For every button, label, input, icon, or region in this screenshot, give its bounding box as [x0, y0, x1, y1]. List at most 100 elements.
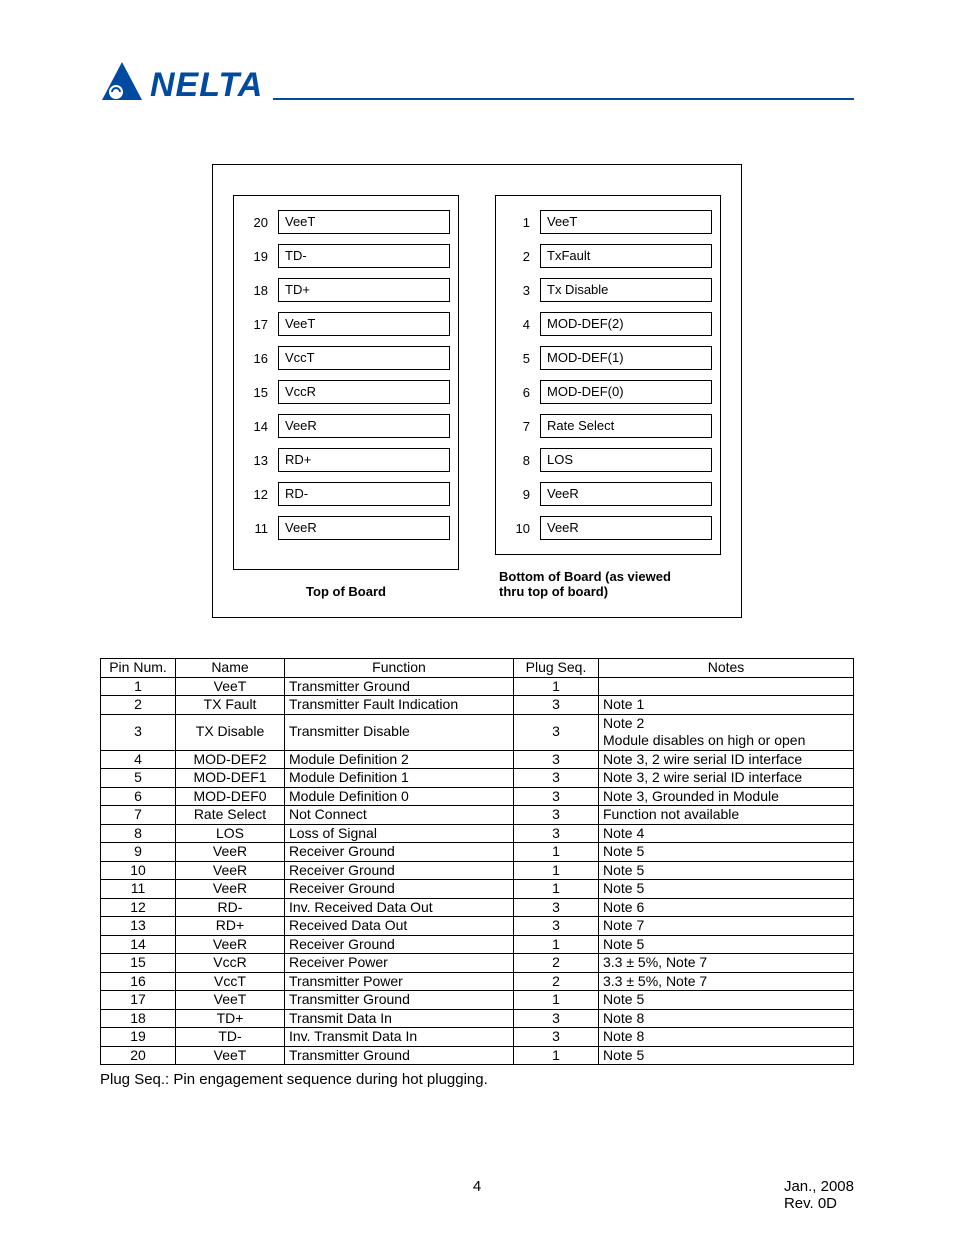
pin-number: 2: [504, 249, 540, 264]
footer-rev: Rev. 0D: [784, 1195, 854, 1212]
table-row: 12RD-Inv. Received Data Out3Note 6: [101, 898, 854, 917]
cell-func: Transmitter Ground: [285, 991, 514, 1010]
pin-row: 14VeeR: [242, 414, 450, 438]
cell-seq: 3: [514, 787, 599, 806]
cell-pin: 18: [101, 1009, 176, 1028]
cell-pin: 8: [101, 824, 176, 843]
header-divider: [273, 98, 854, 100]
pin-number: 11: [242, 521, 278, 536]
cell-func: Transmit Data In: [285, 1009, 514, 1028]
cell-func: Transmitter Power: [285, 972, 514, 991]
pin-number: 4: [504, 317, 540, 332]
pin-label: VeeR: [540, 516, 712, 540]
pin-label: VeeT: [540, 210, 712, 234]
cell-notes: Note 4: [599, 824, 854, 843]
pin-label: TD-: [278, 244, 450, 268]
pin-row: 12RD-: [242, 482, 450, 506]
cell-notes: Note 7: [599, 917, 854, 936]
pin-row: 20VeeT: [242, 210, 450, 234]
pin-label: VeeR: [278, 516, 450, 540]
cell-notes: Note 5: [599, 861, 854, 880]
cell-name: VeeT: [176, 677, 285, 696]
cell-name: TD-: [176, 1028, 285, 1047]
pin-label: VeeR: [278, 414, 450, 438]
cell-seq: 3: [514, 824, 599, 843]
pin-number: 14: [242, 419, 278, 434]
cell-pin: 7: [101, 806, 176, 825]
table-row: 5MOD-DEF1Module Definition 13Note 3, 2 w…: [101, 769, 854, 788]
pin-row: 1VeeT: [504, 210, 712, 234]
cell-seq: 3: [514, 1028, 599, 1047]
pin-label: MOD-DEF(2): [540, 312, 712, 336]
cell-seq: 3: [514, 714, 599, 750]
delta-logo-icon: [100, 60, 144, 104]
cell-seq: 1: [514, 1046, 599, 1065]
pin-number: 10: [504, 521, 540, 536]
cell-seq: 3: [514, 1009, 599, 1028]
pin-row: 6MOD-DEF(0): [504, 380, 712, 404]
pin-row: 4MOD-DEF(2): [504, 312, 712, 336]
pin-label: Tx Disable: [540, 278, 712, 302]
pin-column-top: 20VeeT19TD-18TD+17VeeT16VccT15VccR14VeeR…: [233, 195, 459, 570]
cell-name: VccR: [176, 954, 285, 973]
table-row: 1VeeTTransmitter Ground1: [101, 677, 854, 696]
table-row: 9VeeRReceiver Ground1Note 5: [101, 843, 854, 862]
pin-row: 2TxFault: [504, 244, 712, 268]
cell-func: Receiver Ground: [285, 861, 514, 880]
cell-seq: 3: [514, 750, 599, 769]
th-func: Function: [285, 659, 514, 678]
pin-label: VeeT: [278, 210, 450, 234]
cell-func: Module Definition 1: [285, 769, 514, 788]
pin-number: 20: [242, 215, 278, 230]
cell-seq: 1: [514, 880, 599, 899]
cell-func: Transmitter Ground: [285, 677, 514, 696]
table-row: 3TX DisableTransmitter Disable3Note 2 Mo…: [101, 714, 854, 750]
pin-label: RD-: [278, 482, 450, 506]
cell-name: RD-: [176, 898, 285, 917]
pin-row: 8LOS: [504, 448, 712, 472]
cell-notes: Function not available: [599, 806, 854, 825]
table-row: 13RD+Received Data Out3Note 7: [101, 917, 854, 936]
cell-notes: Note 3, Grounded in Module: [599, 787, 854, 806]
pin-row: 16VccT: [242, 346, 450, 370]
cell-func: Receiver Power: [285, 954, 514, 973]
cell-notes: Note 1: [599, 696, 854, 715]
pin-number: 19: [242, 249, 278, 264]
cell-notes: [599, 677, 854, 696]
pin-number: 13: [242, 453, 278, 468]
cell-name: Rate Select: [176, 806, 285, 825]
cell-name: VeeT: [176, 1046, 285, 1065]
pin-number: 6: [504, 385, 540, 400]
pin-row: 5MOD-DEF(1): [504, 346, 712, 370]
pin-label: VeeT: [278, 312, 450, 336]
pin-column-bottom: 1VeeT2TxFault3Tx Disable4MOD-DEF(2)5MOD-…: [495, 195, 721, 555]
caption-bottom-board: Bottom of Board (as viewed thru top of b…: [495, 569, 721, 599]
cell-pin: 19: [101, 1028, 176, 1047]
cell-seq: 1: [514, 861, 599, 880]
cell-pin: 16: [101, 972, 176, 991]
cell-func: Inv. Transmit Data In: [285, 1028, 514, 1047]
pin-row: 15VccR: [242, 380, 450, 404]
cell-pin: 12: [101, 898, 176, 917]
pin-row: 10VeeR: [504, 516, 712, 540]
cell-pin: 11: [101, 880, 176, 899]
pin-row: 13RD+: [242, 448, 450, 472]
cell-pin: 2: [101, 696, 176, 715]
cell-func: Receiver Ground: [285, 880, 514, 899]
pin-table-wrap: Pin Num. Name Function Plug Seq. Notes 1…: [100, 658, 854, 1065]
cell-seq: 1: [514, 843, 599, 862]
cell-name: VccT: [176, 972, 285, 991]
cell-seq: 1: [514, 677, 599, 696]
page: NELTA 20VeeT19TD-18TD+17VeeT16VccT15VccR…: [0, 0, 954, 1235]
cell-name: VeeR: [176, 935, 285, 954]
table-row: 20VeeTTransmitter Ground1Note 5: [101, 1046, 854, 1065]
table-row: 4MOD-DEF2Module Definition 23Note 3, 2 w…: [101, 750, 854, 769]
cell-notes: Note 3, 2 wire serial ID interface: [599, 750, 854, 769]
caption-bottom-line1: Bottom of Board (as viewed: [499, 569, 671, 584]
cell-func: Transmitter Ground: [285, 1046, 514, 1065]
cell-func: Transmitter Fault Indication: [285, 696, 514, 715]
th-pin: Pin Num.: [101, 659, 176, 678]
cell-name: VeeR: [176, 843, 285, 862]
cell-seq: 3: [514, 696, 599, 715]
pin-label: VccT: [278, 346, 450, 370]
